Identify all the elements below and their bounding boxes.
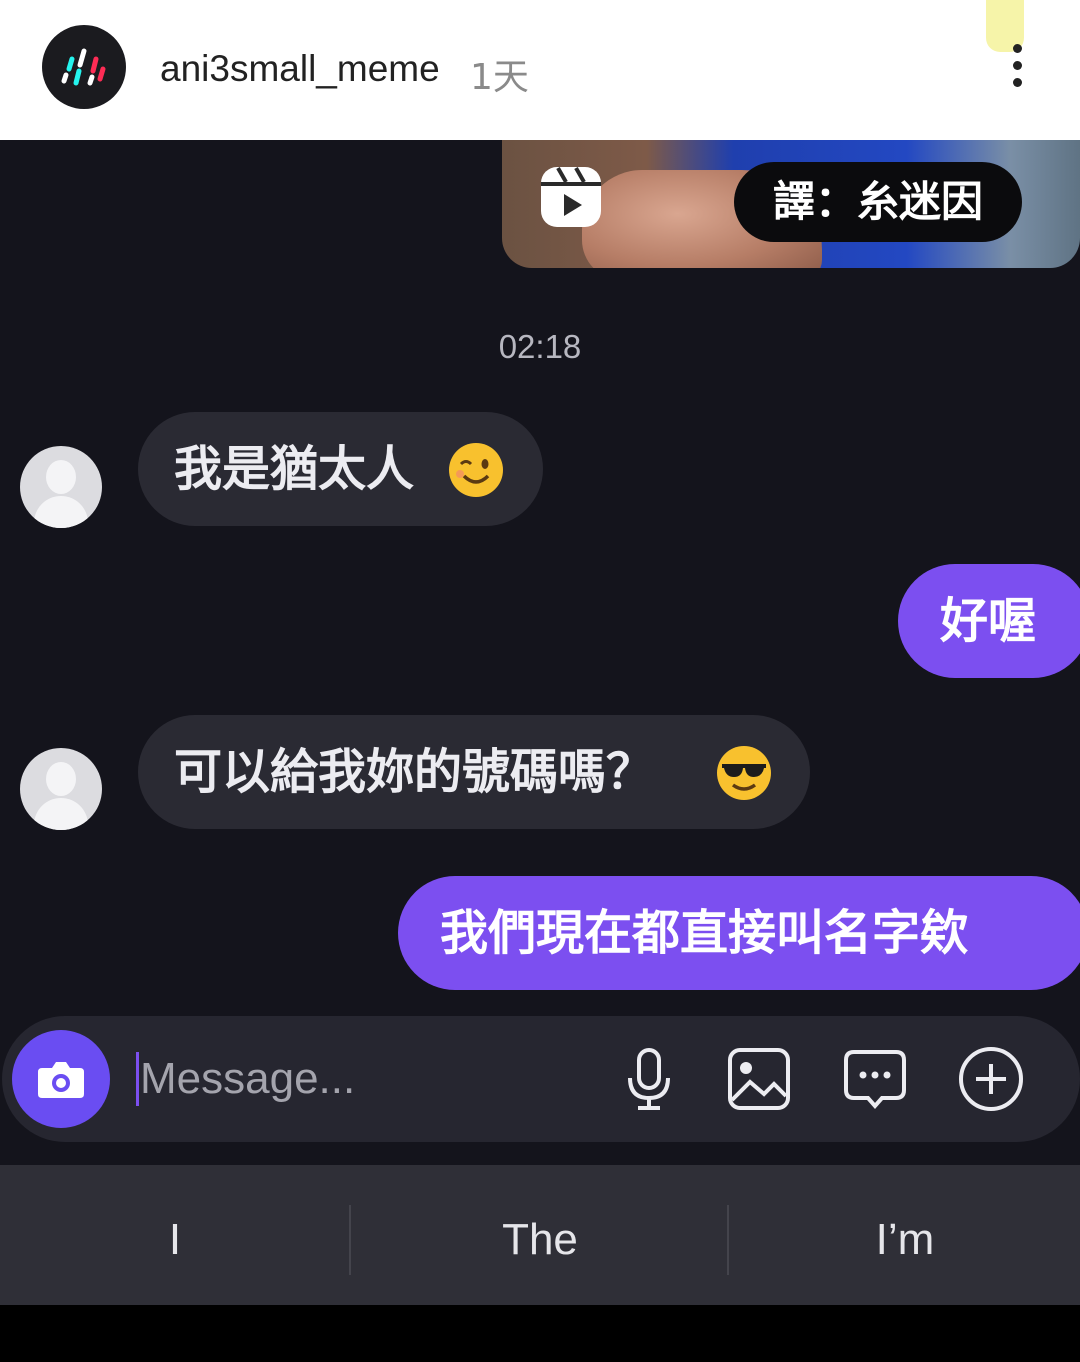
message-text: 可以給我妳的號碼嗎？ bbox=[174, 744, 655, 800]
microphone-icon[interactable] bbox=[614, 1044, 684, 1114]
camera-button[interactable] bbox=[12, 1030, 110, 1128]
instagram-post-screenshot: ani3small_meme 1天 譯：糸迷因 02:18 我是猶太人 好喔 可… bbox=[0, 0, 1080, 1362]
sender-avatar[interactable] bbox=[20, 446, 102, 528]
message-text: 我們現在都直接叫名字欸 bbox=[440, 905, 969, 961]
message-bubble-incoming[interactable]: 可以給我妳的號碼嗎？ bbox=[138, 715, 810, 829]
image-icon[interactable] bbox=[724, 1044, 794, 1114]
post-header: ani3small_meme 1天 bbox=[0, 0, 1080, 140]
suggestion-divider bbox=[349, 1205, 351, 1275]
message-bubble-outgoing[interactable]: 我們現在都直接叫名字欸 bbox=[398, 876, 1080, 990]
post-time: 1天 bbox=[470, 57, 529, 98]
suggestion-item[interactable]: The bbox=[352, 1165, 728, 1305]
winking-face-emoji bbox=[449, 443, 503, 497]
camera-icon bbox=[38, 1062, 84, 1098]
sunglasses-face-emoji bbox=[717, 746, 771, 800]
text-caret bbox=[136, 1052, 139, 1106]
sender-avatar[interactable] bbox=[20, 748, 102, 830]
caption-tag: 譯：糸迷因 bbox=[734, 162, 1022, 242]
message-bubble-incoming[interactable]: 我是猶太人 bbox=[138, 412, 543, 526]
chat-thread: 譯：糸迷因 02:18 我是猶太人 好喔 可以給我妳的號碼嗎？ 我們現在都直接叫… bbox=[0, 140, 1080, 1305]
plus-circle-icon[interactable] bbox=[956, 1044, 1026, 1114]
more-vertical-icon[interactable] bbox=[1008, 44, 1028, 90]
message-composer bbox=[2, 1016, 1080, 1142]
shared-reel-preview[interactable]: 譯：糸迷因 bbox=[502, 140, 1080, 268]
message-bubble-outgoing[interactable]: 好喔 bbox=[898, 564, 1080, 678]
brand-logo-icon[interactable] bbox=[42, 25, 126, 109]
message-text: 好喔 bbox=[940, 593, 1037, 649]
sticker-chat-icon[interactable] bbox=[840, 1044, 910, 1114]
bottom-strip bbox=[0, 1305, 1080, 1362]
post-username[interactable]: ani3small_meme bbox=[160, 48, 440, 90]
suggestion-item[interactable]: I’m bbox=[730, 1165, 1080, 1305]
suggestion-item[interactable]: I bbox=[0, 1165, 350, 1305]
message-timestamp: 02:18 bbox=[498, 328, 582, 365]
message-input[interactable] bbox=[140, 1044, 560, 1114]
message-text: 我是猶太人 bbox=[174, 441, 415, 497]
keyboard-suggestion-bar: I The I’m bbox=[0, 1165, 1080, 1305]
reels-play-icon bbox=[538, 164, 604, 230]
suggestion-divider bbox=[727, 1205, 729, 1275]
